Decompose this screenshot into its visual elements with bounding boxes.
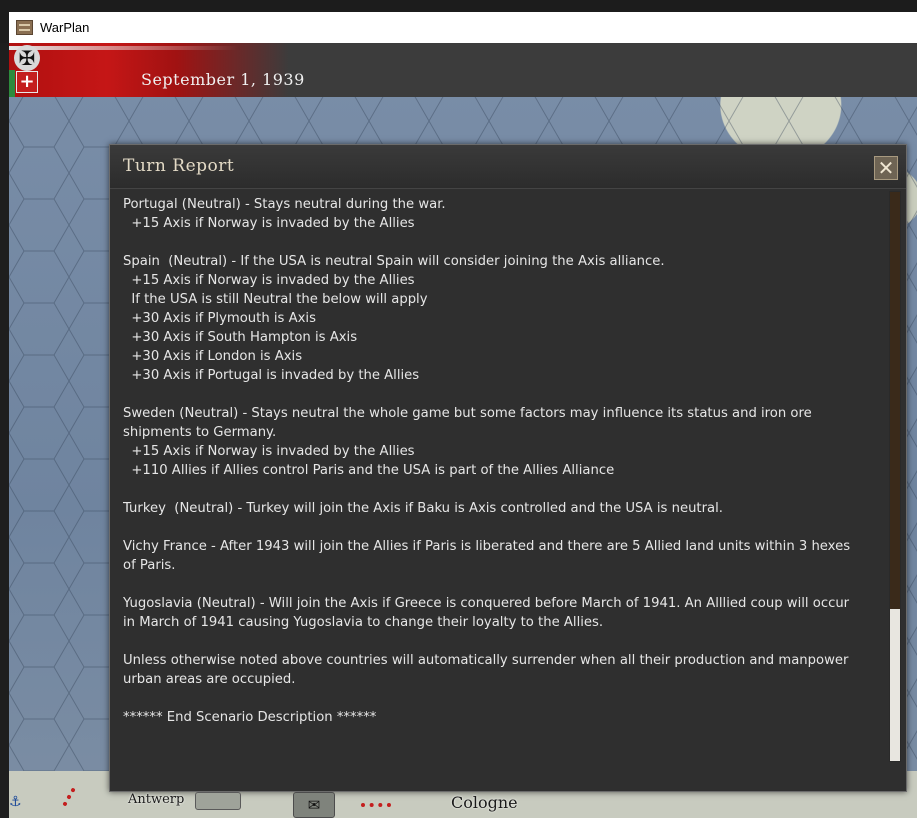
report-line: Spain (Neutral) - If the USA is neutral … (123, 254, 665, 269)
report-line: Turkey (Neutral) - Turkey will join the … (123, 501, 723, 516)
report-text: Portugal (Neutral) - Stays neutral durin… (123, 195, 883, 770)
anchor-icon[interactable]: ⚓ (9, 794, 22, 810)
window-titlebar-inner: WarPlan (9, 12, 917, 43)
report-paragraph: Vichy France - After 1943 will join the … (123, 537, 883, 575)
report-line: urban areas are occupied. (123, 672, 296, 687)
report-line: +30 Axis if Portugal is invaded by the A… (123, 368, 420, 383)
city-label-antwerp[interactable]: Antwerp (128, 792, 184, 807)
report-line: Portugal (Neutral) - Stays neutral durin… (123, 197, 446, 212)
scrollbar[interactable] (889, 191, 901, 762)
unit-counter[interactable] (195, 792, 241, 810)
current-date: September 1, 1939 (141, 70, 305, 89)
app-icon (16, 20, 33, 35)
report-line: +15 Axis if Norway is invaded by the All… (123, 216, 415, 231)
report-line: of Paris. (123, 558, 176, 573)
game-area[interactable]: ✠ + September 1, 1939 Turn Report ✕ Port… (9, 43, 917, 818)
banner-stripe (9, 46, 239, 50)
report-line: Unless otherwise noted above countries w… (123, 653, 849, 668)
window-title: WarPlan (40, 20, 90, 35)
report-line: +15 Axis if Norway is invaded by the All… (123, 273, 415, 288)
dialog-title: Turn Report (123, 156, 235, 176)
report-line: ****** End Scenario Description ****** (123, 710, 377, 725)
report-line: in March of 1941 causing Yugoslavia to c… (123, 615, 604, 630)
report-line: +30 Axis if Plymouth is Axis (123, 311, 316, 326)
report-paragraph: Unless otherwise noted above countries w… (123, 651, 883, 689)
report-paragraph: Yugoslavia (Neutral) - Will join the Axi… (123, 594, 883, 632)
report-paragraph: ****** End Scenario Description ****** (123, 708, 883, 727)
report-paragraph: Spain (Neutral) - If the USA is neutral … (123, 252, 883, 385)
report-line: If the USA is still Neutral the below wi… (123, 292, 428, 307)
border-dots (361, 803, 391, 807)
envelope-icon[interactable]: ✉ (293, 792, 335, 818)
scrollbar-thumb[interactable] (890, 609, 900, 761)
report-line: +15 Axis if Norway is invaded by the All… (123, 444, 415, 459)
green-stripe (9, 70, 15, 97)
report-paragraph: Turkey (Neutral) - Turkey will join the … (123, 499, 883, 518)
report-line: Yugoslavia (Neutral) - Will join the Axi… (123, 596, 850, 611)
dialog-header: Turn Report ✕ (110, 145, 906, 189)
report-paragraph: Portugal (Neutral) - Stays neutral durin… (123, 195, 883, 233)
report-paragraph: Sweden (Neutral) - Stays neutral the who… (123, 404, 883, 480)
report-line: +110 Allies if Allies control Paris and … (123, 463, 615, 478)
city-label-cologne[interactable]: Cologne (451, 793, 518, 812)
turn-report-dialog: Turn Report ✕ Portugal (Neutral) - Stays… (109, 144, 907, 792)
window-titlebar: WarPlan (0, 0, 917, 43)
report-line: Vichy France - After 1943 will join the … (123, 539, 851, 554)
close-icon[interactable]: ✕ (874, 156, 898, 180)
report-line: +30 Axis if London is Axis (123, 349, 303, 364)
report-line: shipments to Germany. (123, 425, 277, 440)
red-cross-flag-icon[interactable]: + (16, 71, 38, 93)
report-line: Sweden (Neutral) - Stays neutral the who… (123, 406, 812, 421)
report-line: +30 Axis if South Hampton is Axis (123, 330, 358, 345)
iron-cross-icon[interactable]: ✠ (14, 45, 40, 71)
top-banner: ✠ + September 1, 1939 (9, 43, 917, 97)
